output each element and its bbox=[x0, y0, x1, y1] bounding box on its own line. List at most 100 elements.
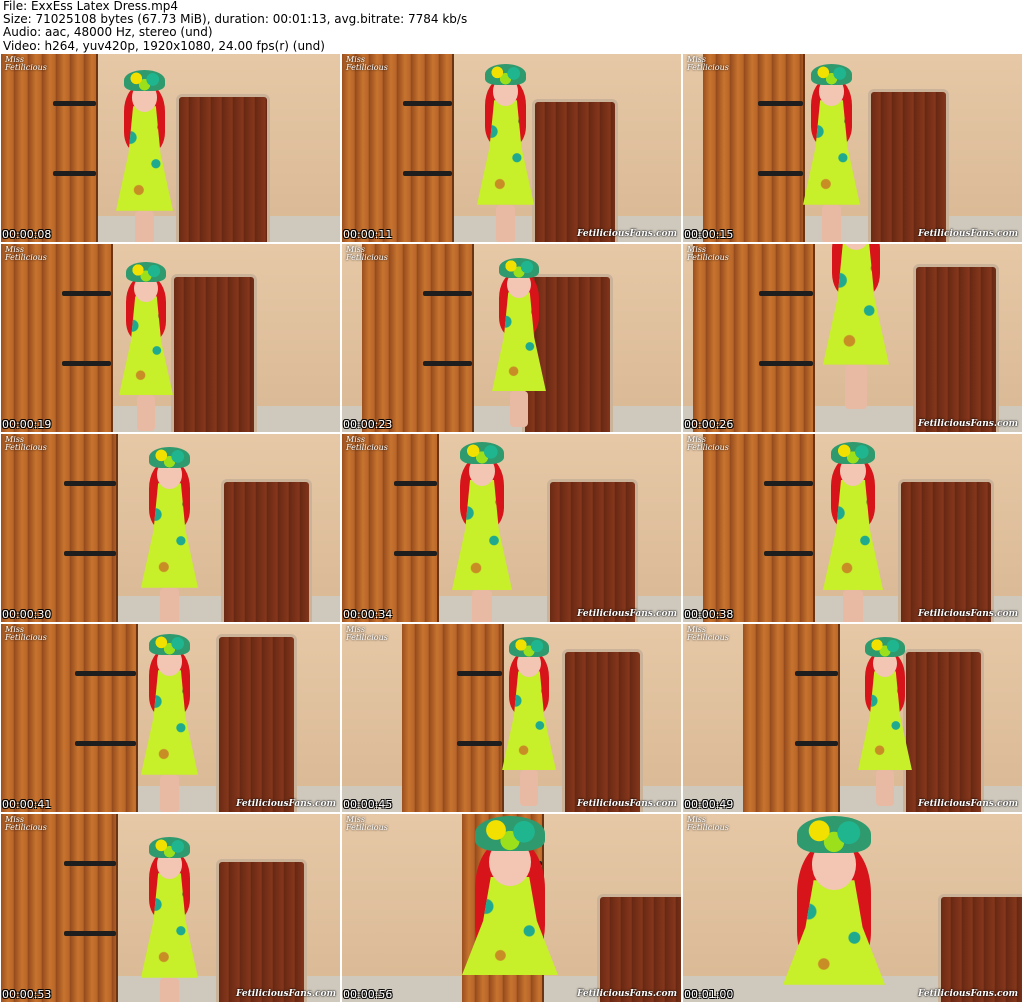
miss-fetilicious-logo: Miss Fetilicious bbox=[346, 435, 388, 452]
miss-fetilicious-logo: Miss Fetilicious bbox=[346, 625, 388, 642]
miss-fetilicious-logo: Miss Fetilicious bbox=[687, 435, 729, 452]
hinge-icon bbox=[795, 671, 838, 676]
hinge-icon bbox=[402, 170, 452, 176]
timestamp-label: 00:00:34 bbox=[343, 608, 393, 621]
timestamp-label: 00:00:53 bbox=[2, 988, 52, 1001]
site-watermark: FetiliciousFans.com bbox=[576, 609, 677, 619]
hinge-icon bbox=[763, 550, 813, 556]
audio-info-line: Audio: aac, 48000 Hz, stereo (und) bbox=[3, 25, 213, 40]
timestamp-label: 00:00:38 bbox=[684, 608, 734, 621]
flower-crown-icon bbox=[474, 815, 546, 851]
hinge-icon bbox=[402, 101, 452, 106]
site-watermark: FetiliciousFans.com bbox=[917, 419, 1018, 429]
site-watermark: FetiliciousFans.com bbox=[235, 799, 336, 809]
hinge-icon bbox=[763, 481, 813, 486]
flower-crown-icon bbox=[148, 837, 191, 858]
hinge-icon bbox=[61, 360, 111, 366]
hinge-icon bbox=[53, 101, 96, 106]
flower-crown-icon bbox=[148, 634, 191, 655]
video-thumbnail[interactable]: Miss Fetilicious FetiliciousFans.com 00:00… bbox=[342, 624, 681, 812]
timestamp-label: 00:00:41 bbox=[2, 798, 52, 811]
video-thumbnail[interactable]: Miss Fetilicious 00:00:19 bbox=[1, 244, 340, 432]
timestamp-label: 00:00:30 bbox=[2, 608, 52, 621]
wooden-door bbox=[221, 479, 312, 622]
video-thumbnail[interactable]: Miss Fetilicious FetiliciousFans.com 00:00… bbox=[683, 54, 1022, 242]
hinge-icon bbox=[75, 740, 136, 746]
timestamp-label: 00:00:49 bbox=[684, 798, 734, 811]
hinge-icon bbox=[457, 740, 502, 746]
hinge-icon bbox=[795, 740, 838, 746]
video-thumbnail[interactable]: Miss Fetilicious FetiliciousFans.com 00:00… bbox=[683, 434, 1022, 622]
wooden-door bbox=[868, 89, 949, 242]
wooden-shutter bbox=[362, 244, 474, 432]
miss-fetilicious-logo: Miss Fetilicious bbox=[687, 815, 729, 832]
flower-crown-icon bbox=[460, 442, 504, 464]
timestamp-label: 00:00:15 bbox=[684, 228, 734, 241]
flower-crown-icon bbox=[499, 258, 539, 278]
wooden-door bbox=[903, 649, 984, 812]
flower-crown-icon bbox=[865, 637, 905, 657]
video-thumbnail[interactable]: Miss Fetilicious FetiliciousFans.com 00:00… bbox=[342, 54, 681, 242]
wooden-shutter bbox=[342, 434, 439, 622]
wooden-shutter bbox=[402, 624, 504, 812]
timestamp-label: 00:00:08 bbox=[2, 228, 52, 241]
timestamp-label: 00:00:23 bbox=[343, 418, 393, 431]
hinge-icon bbox=[422, 360, 472, 366]
hinge-icon bbox=[422, 291, 472, 296]
flower-crown-icon bbox=[126, 262, 166, 282]
miss-fetilicious-logo: Miss Fetilicious bbox=[346, 55, 388, 72]
wooden-shutter bbox=[1, 54, 98, 242]
flower-crown-icon bbox=[509, 637, 549, 657]
miss-fetilicious-logo: Miss Fetilicious bbox=[687, 55, 729, 72]
wooden-door bbox=[562, 649, 643, 812]
video-thumbnail[interactable]: Miss Fetilicious FetiliciousFans.com 00:00… bbox=[1, 814, 340, 1002]
miss-fetilicious-logo: Miss Fetilicious bbox=[346, 245, 388, 262]
flower-crown-icon bbox=[831, 442, 875, 464]
hinge-icon bbox=[758, 170, 803, 176]
timestamp-label: 00:01:00 bbox=[684, 988, 734, 1001]
site-watermark: FetiliciousFans.com bbox=[576, 989, 677, 999]
video-thumbnail[interactable]: Miss Fetilicious FetiliciousFans.com 00:00… bbox=[342, 814, 681, 1002]
wooden-door bbox=[171, 274, 257, 432]
timestamp-label: 00:00:19 bbox=[2, 418, 52, 431]
flower-crown-icon bbox=[123, 70, 166, 91]
timestamp-label: 00:00:56 bbox=[343, 988, 393, 1001]
wooden-shutter bbox=[693, 244, 815, 432]
hinge-icon bbox=[394, 550, 437, 556]
video-thumbnail[interactable]: Miss Fetilicious FetiliciousFans.com 00:00… bbox=[683, 624, 1022, 812]
hinge-icon bbox=[457, 671, 502, 676]
site-watermark: FetiliciousFans.com bbox=[917, 229, 1018, 239]
video-thumbnail[interactable]: Miss Fetilicious 00:00:30 bbox=[1, 434, 340, 622]
wooden-shutter bbox=[703, 54, 805, 242]
wooden-shutter bbox=[1, 434, 118, 622]
hinge-icon bbox=[61, 291, 111, 296]
wooden-shutter bbox=[703, 434, 815, 622]
wooden-door bbox=[547, 479, 638, 622]
hinge-icon bbox=[75, 671, 136, 676]
wooden-door bbox=[898, 479, 994, 622]
timestamp-label: 00:00:26 bbox=[684, 418, 734, 431]
video-thumbnail[interactable]: Miss Fetilicious 00:00:08 bbox=[1, 54, 340, 242]
wooden-shutter bbox=[1, 624, 138, 812]
video-thumbnail[interactable]: Miss Fetilicious FetiliciousFans.com 00:00… bbox=[683, 244, 1022, 432]
site-watermark: FetiliciousFans.com bbox=[917, 989, 1018, 999]
hinge-icon bbox=[64, 481, 116, 486]
video-thumbnail[interactable]: Miss Fetilicious 00:00:23 bbox=[342, 244, 681, 432]
miss-fetilicious-logo: Miss Fetilicious bbox=[346, 815, 388, 832]
video-thumbnail[interactable]: Miss Fetilicious FetiliciousFans.com 00:00… bbox=[342, 434, 681, 622]
wooden-shutter bbox=[1, 244, 113, 432]
miss-fetilicious-logo: Miss Fetilicious bbox=[5, 55, 47, 72]
miss-fetilicious-logo: Miss Fetilicious bbox=[5, 815, 47, 832]
miss-fetilicious-logo: Miss Fetilicious bbox=[5, 625, 47, 642]
site-watermark: FetiliciousFans.com bbox=[235, 989, 336, 999]
video-thumbnail[interactable]: Miss Fetilicious FetiliciousFans.com 00:00… bbox=[1, 624, 340, 812]
thumbnail-grid: Miss Fetilicious 00:00:08 Miss Fetilicious… bbox=[1, 54, 1022, 1002]
wooden-door bbox=[176, 94, 270, 242]
hinge-icon bbox=[759, 360, 813, 366]
hinge-icon bbox=[758, 101, 803, 106]
timestamp-label: 00:00:11 bbox=[343, 228, 393, 241]
miss-fetilicious-logo: Miss Fetilicious bbox=[687, 625, 729, 642]
video-thumbnail[interactable]: Miss Fetilicious FetiliciousFans.com 00:01… bbox=[683, 814, 1022, 1002]
hinge-icon bbox=[64, 550, 116, 556]
hinge-icon bbox=[64, 861, 116, 866]
